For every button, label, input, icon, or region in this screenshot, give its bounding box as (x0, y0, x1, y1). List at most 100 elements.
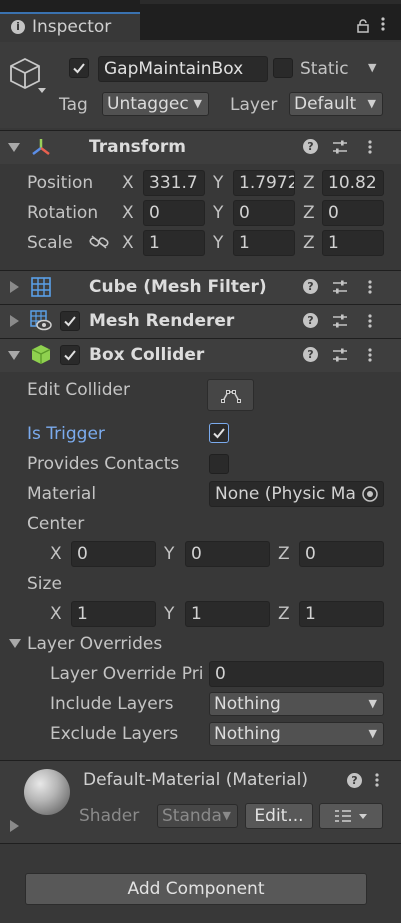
material-help-icon[interactable]: ? (347, 773, 362, 788)
material-foldout-icon[interactable] (10, 820, 19, 832)
mesh-filter-title: Cube (Mesh Filter) (89, 277, 267, 297)
mesh-renderer-presets-icon[interactable] (332, 313, 348, 329)
rotation-z-label[interactable]: Z (303, 203, 315, 223)
list-options-icon (335, 810, 367, 822)
layer-overrides-foldout-icon[interactable] (9, 639, 21, 648)
box-collider-enabled-checkbox[interactable] (60, 345, 80, 365)
edit-collider-button[interactable] (207, 379, 254, 411)
scale-x-label[interactable]: X (122, 233, 134, 253)
scale-z-label[interactable]: Z (303, 233, 315, 253)
is-trigger-checkbox[interactable] (209, 423, 229, 443)
mesh-filter-help-icon[interactable]: ? (303, 279, 318, 294)
material-menu-icon[interactable] (375, 772, 379, 788)
size-x-label[interactable]: X (50, 604, 62, 624)
position-y-label[interactable]: Y (213, 173, 223, 193)
rotation-x-label[interactable]: X (122, 203, 134, 223)
center-x-label[interactable]: X (50, 544, 62, 564)
exclude-layers-arrow-icon: ▼ (368, 727, 377, 740)
mesh-renderer-menu-icon[interactable] (368, 313, 372, 329)
transform-icon (30, 137, 52, 159)
transform-foldout-icon[interactable] (8, 143, 20, 152)
material-title: Default-Material (Material) (83, 770, 309, 790)
center-x-field[interactable]: 0 (71, 541, 156, 567)
scale-y-label[interactable]: Y (213, 233, 223, 253)
add-component-label: Add Component (127, 879, 265, 899)
transform-menu-icon[interactable] (368, 139, 372, 155)
scale-y-field[interactable]: 1 (233, 230, 295, 256)
mesh-renderer-foldout-icon[interactable] (10, 315, 19, 327)
include-layers-dropdown[interactable]: Nothing ▼ (209, 692, 384, 716)
size-y-field[interactable]: 1 (185, 601, 270, 627)
size-y-label[interactable]: Y (164, 604, 174, 624)
box-collider-help-icon[interactable]: ? (303, 347, 318, 362)
add-component-button[interactable]: Add Component (25, 873, 367, 905)
center-z-label[interactable]: Z (278, 544, 290, 564)
provides-contacts-label: Provides Contacts (27, 454, 180, 474)
rotation-y-field[interactable]: 0 (233, 200, 295, 226)
position-z-field[interactable]: 10.82 (322, 170, 384, 196)
cube-icon[interactable] (8, 56, 48, 98)
shader-options-button[interactable] (319, 803, 383, 829)
layer-overrides-label[interactable]: Layer Overrides (27, 634, 162, 654)
position-y-field[interactable]: 1.7972 (233, 170, 295, 196)
include-layers-label: Include Layers (50, 694, 174, 714)
mesh-renderer-enabled-checkbox[interactable] (60, 311, 80, 331)
include-layers-arrow-icon: ▼ (368, 697, 377, 710)
scale-x-field[interactable]: 1 (143, 230, 205, 256)
shader-value: Standa (162, 806, 222, 826)
material-value: None (Physic Ma (215, 484, 356, 504)
position-x-label[interactable]: X (122, 173, 134, 193)
shader-label: Shader (79, 806, 140, 826)
scale-z-field[interactable]: 1 (322, 230, 384, 256)
layer-arrow-icon: ▼ (367, 97, 376, 110)
center-y-field[interactable]: 0 (185, 541, 270, 567)
transform-presets-icon[interactable] (332, 139, 348, 155)
kebab-menu-icon[interactable] (381, 16, 385, 32)
layer-override-priority-label: Layer Override Pri (50, 664, 204, 684)
tab-bar-strip (140, 0, 401, 4)
tab-inspector[interactable]: i Inspector (0, 12, 140, 42)
shader-edit-button[interactable]: Edit... (245, 803, 313, 829)
tag-arrow-icon: ▼ (193, 97, 202, 110)
transform-title: Transform (89, 137, 186, 157)
static-label: Static (300, 59, 349, 79)
tag-dropdown[interactable]: Untaggec ▼ (102, 92, 209, 116)
rotation-x-field[interactable]: 0 (143, 200, 205, 226)
box-collider-foldout-icon[interactable] (8, 351, 20, 360)
box-collider-menu-icon[interactable] (368, 347, 372, 363)
size-label: Size (27, 574, 62, 594)
size-z-label[interactable]: Z (278, 604, 290, 624)
center-y-label[interactable]: Y (164, 544, 174, 564)
lock-icon[interactable] (356, 18, 370, 33)
mesh-renderer-help-icon[interactable]: ? (303, 313, 318, 328)
object-picker-icon[interactable] (361, 485, 379, 503)
layer-value: Default (294, 94, 357, 114)
center-z-field[interactable]: 0 (299, 541, 384, 567)
transform-help-icon[interactable]: ? (303, 139, 318, 154)
shader-arrow-icon: ▼ (222, 809, 231, 822)
static-dropdown-arrow-icon[interactable]: ▼ (368, 61, 376, 74)
layer-dropdown[interactable]: Default ▼ (289, 92, 383, 116)
box-collider-cube-icon (31, 344, 51, 365)
exclude-layers-dropdown[interactable]: Nothing ▼ (209, 722, 384, 746)
edit-collider-label: Edit Collider (27, 380, 131, 400)
position-x-field[interactable]: 331.7 (143, 170, 205, 196)
rotation-z-field[interactable]: 0 (322, 200, 384, 226)
mesh-filter-menu-icon[interactable] (368, 279, 372, 295)
size-x-field[interactable]: 1 (71, 601, 156, 627)
static-checkbox[interactable] (273, 58, 293, 78)
position-z-label[interactable]: Z (303, 173, 315, 193)
gameobject-active-checkbox[interactable] (69, 58, 89, 78)
size-z-field[interactable]: 1 (299, 601, 384, 627)
box-collider-presets-icon[interactable] (332, 347, 348, 363)
shader-dropdown[interactable]: Standa ▼ (157, 804, 238, 828)
mesh-filter-presets-icon[interactable] (332, 279, 348, 295)
gameobject-name-field[interactable]: GapMaintainBox (98, 56, 268, 82)
mesh-filter-foldout-icon[interactable] (10, 281, 19, 293)
rotation-y-label[interactable]: Y (213, 203, 223, 223)
layer-override-priority-field[interactable]: 0 (209, 661, 384, 687)
shader-edit-label: Edit... (254, 806, 304, 826)
provides-contacts-checkbox[interactable] (209, 454, 229, 474)
material-object-field[interactable]: None (Physic Ma (209, 481, 384, 507)
constrain-proportions-link-icon[interactable] (89, 234, 109, 250)
